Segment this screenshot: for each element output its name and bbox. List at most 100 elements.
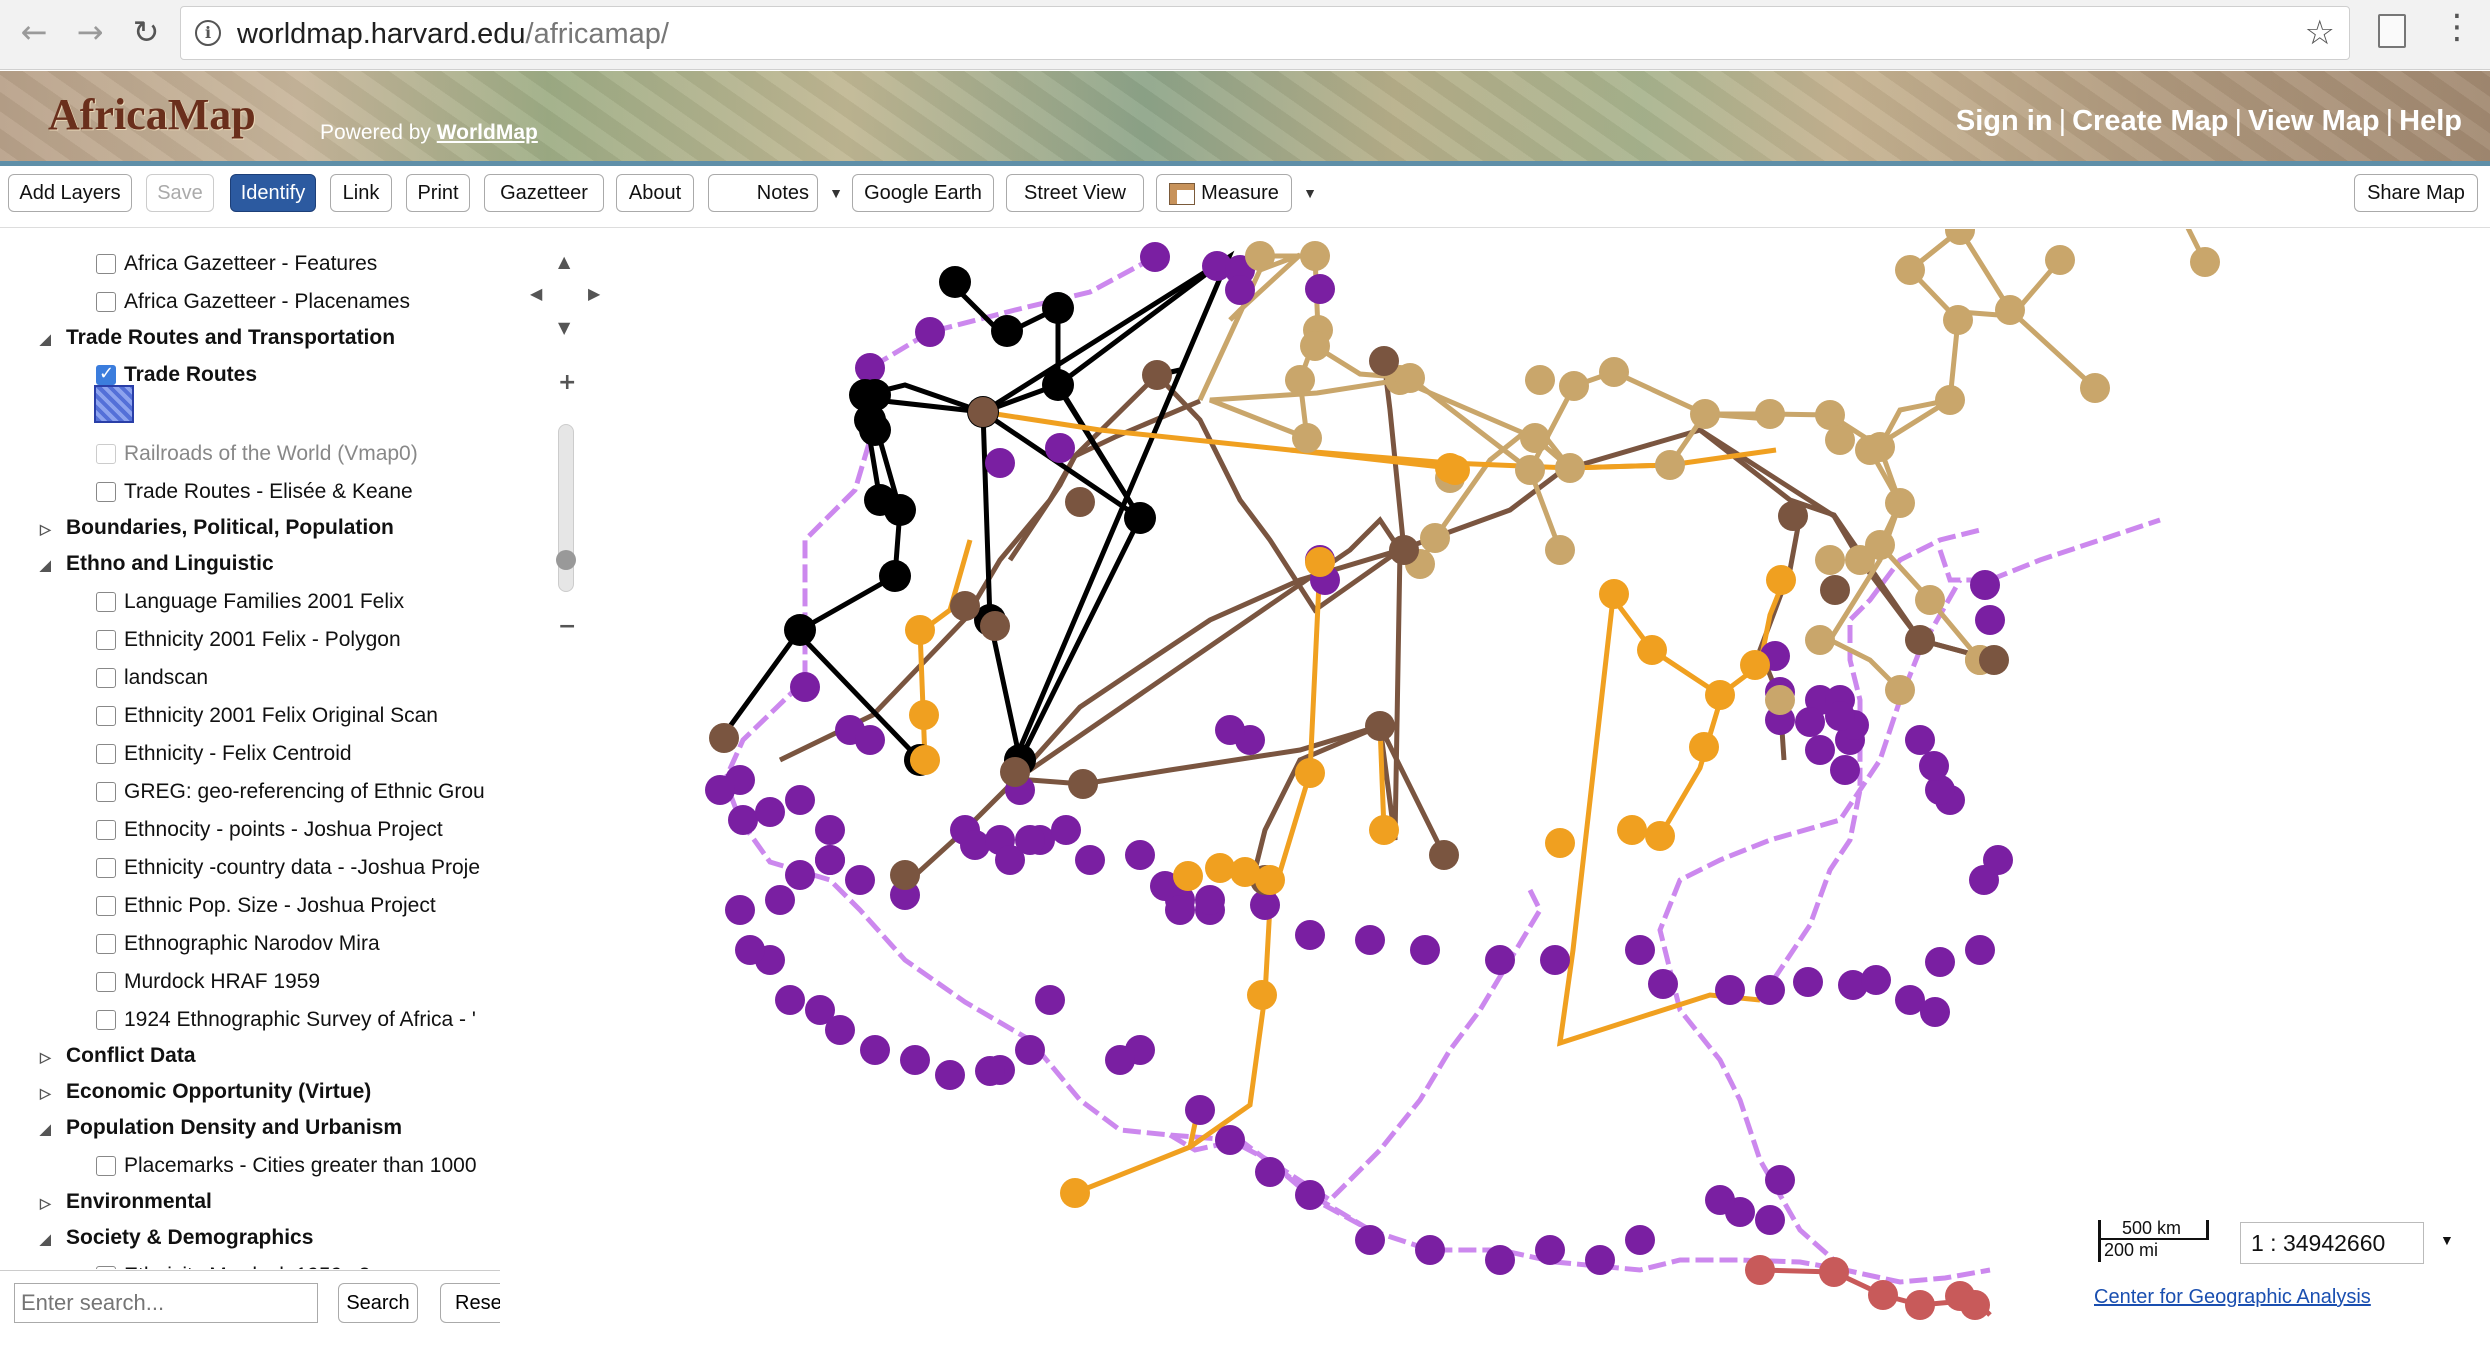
tan-node[interactable] xyxy=(1755,399,1785,429)
orange-node[interactable] xyxy=(1545,828,1575,858)
purple-node[interactable] xyxy=(1975,605,2005,635)
purple-node[interactable] xyxy=(1015,825,1045,855)
purple-node[interactable] xyxy=(855,725,885,755)
worldmap-link[interactable]: WorldMap xyxy=(437,121,538,144)
purple-node[interactable] xyxy=(735,935,765,965)
layer-item[interactable]: GREG: geo-referencing of Ethnic Grou xyxy=(96,780,485,804)
purple-node[interactable] xyxy=(1105,1045,1135,1075)
layer-group[interactable]: ◢ Trade Routes and Transportation xyxy=(40,326,395,350)
layer-item[interactable]: Ethnicity - Felix Centroid xyxy=(96,742,352,766)
tan-node[interactable] xyxy=(1395,363,1425,393)
orange-node[interactable] xyxy=(905,615,935,645)
black-node[interactable] xyxy=(884,494,916,526)
collapse-triangle-icon[interactable]: ◢ xyxy=(40,1231,60,1248)
purple-node[interactable] xyxy=(1165,895,1195,925)
purple-node[interactable] xyxy=(1045,433,1075,463)
brown-node[interactable] xyxy=(950,591,980,621)
orange-node[interactable] xyxy=(1599,579,1629,609)
pan-up-icon[interactable]: ▲ xyxy=(558,252,570,271)
brown-node[interactable] xyxy=(1979,645,2009,675)
layer-checkbox[interactable] xyxy=(96,592,116,612)
layer-group[interactable]: ◢ Population Density and Urbanism xyxy=(40,1116,402,1140)
measure-button[interactable]: Measure ▼ xyxy=(1156,174,1317,212)
brown-node[interactable] xyxy=(1429,840,1459,870)
orange-node[interactable] xyxy=(1369,815,1399,845)
tan-node[interactable] xyxy=(1559,371,1589,401)
layer-item[interactable]: Africa Gazetteer - Placenames xyxy=(96,290,410,314)
purple-node[interactable] xyxy=(1648,969,1678,999)
layer-checkbox[interactable] xyxy=(96,972,116,992)
purple-node[interactable] xyxy=(1215,715,1245,745)
brown-node[interactable] xyxy=(968,397,998,427)
purple-node[interactable] xyxy=(1805,735,1835,765)
tan-node[interactable] xyxy=(1300,241,1330,271)
reset-button[interactable]: Reset xyxy=(440,1283,500,1323)
brown-node[interactable] xyxy=(980,611,1010,641)
route-brown-line[interactable] xyxy=(1252,723,1381,871)
collapse-triangle-icon[interactable]: ◢ xyxy=(40,1121,60,1138)
route-purple-line[interactable] xyxy=(1937,517,2161,583)
purple-node[interactable] xyxy=(1185,1095,1215,1125)
route-orange-line[interactable] xyxy=(1657,694,1725,838)
purple-node[interactable] xyxy=(1925,947,1955,977)
purple-node[interactable] xyxy=(1035,985,1065,1015)
purple-node[interactable] xyxy=(1540,945,1570,975)
brown-node[interactable] xyxy=(1905,625,1935,655)
tan-node[interactable] xyxy=(1285,365,1315,395)
share-map-button[interactable]: Share Map xyxy=(2354,174,2478,212)
layer-checkbox[interactable] xyxy=(96,444,116,464)
orange-node[interactable] xyxy=(1689,732,1719,762)
purple-node[interactable] xyxy=(1705,1185,1735,1215)
purple-node[interactable] xyxy=(1295,1180,1325,1210)
rose-node[interactable] xyxy=(1960,1290,1990,1320)
tan-node[interactable] xyxy=(1545,535,1575,565)
orange-node[interactable] xyxy=(1705,680,1735,710)
layer-item[interactable]: Trade Routes - Elisée & Keane xyxy=(96,480,413,504)
google-earth-button[interactable]: Google Earth xyxy=(852,174,994,212)
zoom-slider-handle[interactable] xyxy=(556,550,576,570)
layer-checkbox[interactable] xyxy=(96,1266,116,1269)
layer-item[interactable]: Trade Routes xyxy=(96,363,257,387)
purple-node[interactable] xyxy=(790,672,820,702)
purple-node[interactable] xyxy=(1983,845,2013,875)
purple-node[interactable] xyxy=(1305,274,1335,304)
pan-down-icon[interactable]: ▼ xyxy=(558,318,570,337)
purple-node[interactable] xyxy=(1825,701,1855,731)
orange-node[interactable] xyxy=(1766,565,1796,595)
layer-checkbox[interactable] xyxy=(96,820,116,840)
purple-node[interactable] xyxy=(1215,1125,1245,1155)
info-icon[interactable]: i xyxy=(195,20,221,46)
purple-node[interactable] xyxy=(1965,935,1995,965)
purple-node[interactable] xyxy=(1140,242,1170,272)
purple-node[interactable] xyxy=(1861,965,1891,995)
orange-node[interactable] xyxy=(1305,547,1335,577)
layer-group[interactable]: ◢ Ethno and Linguistic xyxy=(40,552,274,576)
address-bar[interactable]: i worldmap.harvard.edu/africamap/ ☆ xyxy=(180,6,2350,60)
about-button[interactable]: About xyxy=(616,174,694,212)
layer-item[interactable]: Ethnic Pop. Size - Joshua Project xyxy=(96,894,436,918)
layer-checkbox[interactable] xyxy=(96,254,116,274)
layer-item[interactable]: Placemarks - Cities greater than 1000 xyxy=(96,1154,477,1178)
link-button[interactable]: Link xyxy=(330,174,392,212)
forward-icon[interactable]: → xyxy=(70,12,110,52)
collapse-triangle-icon[interactable]: ◢ xyxy=(40,331,60,348)
zoom-in-icon[interactable]: + xyxy=(558,370,576,395)
layer-group[interactable]: ▷ Environmental xyxy=(40,1190,212,1214)
purple-node[interactable] xyxy=(705,775,735,805)
document-icon[interactable] xyxy=(2378,14,2406,48)
purple-node[interactable] xyxy=(900,1045,930,1075)
purple-node[interactable] xyxy=(1075,845,1105,875)
orange-node[interactable] xyxy=(1205,853,1235,883)
orange-node[interactable] xyxy=(1230,857,1260,887)
purple-node[interactable] xyxy=(1830,755,1860,785)
orange-node[interactable] xyxy=(1247,980,1277,1010)
route-purple-line[interactable] xyxy=(1266,1158,1991,1285)
layer-item[interactable]: Ethnographic Narodov Mira xyxy=(96,932,380,956)
brown-node[interactable] xyxy=(1065,487,1095,517)
tan-node[interactable] xyxy=(1855,435,1885,465)
purple-node[interactable] xyxy=(785,860,815,890)
purple-node[interactable] xyxy=(1795,707,1825,737)
purple-node[interactable] xyxy=(1755,1205,1785,1235)
orange-node[interactable] xyxy=(1637,635,1667,665)
map-viewport[interactable] xyxy=(500,229,2490,1346)
